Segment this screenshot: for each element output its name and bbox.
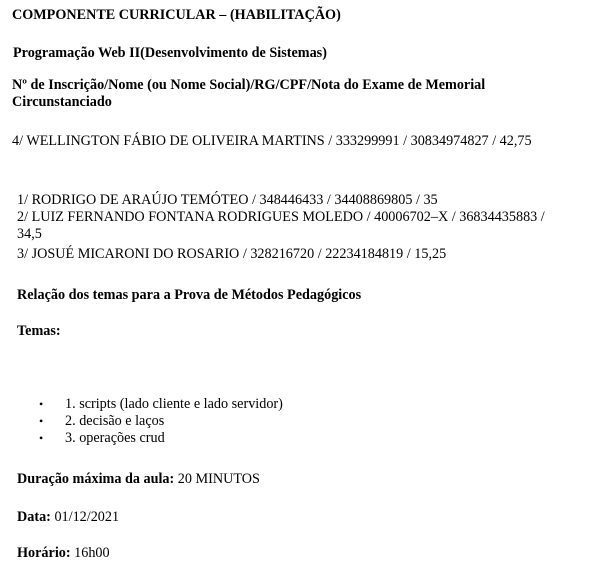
component-title: COMPONENTE CURRICULAR – (HABILITAÇÃO) — [12, 7, 341, 23]
bullet-icon: • — [39, 414, 44, 428]
candidate-entry-first: 4/ WELLINGTON FÁBIO DE OLIVEIRA MARTINS … — [12, 133, 532, 149]
topic-item-1: 1. scripts (lado cliente e lado servidor… — [65, 396, 283, 412]
time-value: 16h00 — [74, 545, 110, 561]
list-item: • 1. scripts (lado cliente e lado servid… — [0, 396, 283, 413]
document-page: { "header": { "component_title": "COMPON… — [0, 0, 599, 570]
date-label: Data: — [17, 509, 51, 525]
candidate-entry-3: 3/ JOSUÉ MICARONI DO ROSARIO / 328216720… — [17, 246, 447, 262]
course-title: Programação Web II(Desenvolvimento de Si… — [13, 45, 327, 61]
time-line: Horário: 16h00 — [17, 545, 110, 562]
duration-label: Duração máxima da aula: — [17, 471, 175, 487]
topics-heading: Relação dos temas para a Prova de Método… — [17, 287, 362, 303]
topics-label: Temas: — [17, 323, 61, 339]
topic-item-2: 2. decisão e laços — [65, 413, 165, 429]
duration-value: 20 MINUTOS — [177, 471, 260, 487]
duration-line: Duração máxima da aula: 20 MINUTOS — [17, 471, 260, 488]
time-label: Horário: — [17, 545, 71, 561]
candidate-entry-2: 2/ LUIZ FERNANDO FONTANA RODRIGUES MOLED… — [17, 209, 557, 243]
topic-item-3: 3. operações crud — [65, 430, 165, 446]
list-item: • 2. decisão e laços — [0, 413, 283, 430]
bullet-icon: • — [39, 431, 44, 445]
date-value: 01/12/2021 — [54, 509, 120, 525]
topics-list: • 1. scripts (lado cliente e lado servid… — [0, 396, 283, 447]
bullet-icon: • — [39, 397, 44, 411]
list-item: • 3. operações crud — [0, 430, 283, 447]
candidate-entry-1: 1/ RODRIGO DE ARAÚJO TEMÓTEO / 348446433… — [17, 192, 438, 208]
candidates-column-header: Nº de Inscrição/Nome (ou Nome Social)/RG… — [12, 77, 486, 110]
candidate-entry-2-text: 2/ LUIZ FERNANDO FONTANA RODRIGUES MOLED… — [17, 209, 545, 242]
date-line: Data: 01/12/2021 — [17, 509, 119, 526]
